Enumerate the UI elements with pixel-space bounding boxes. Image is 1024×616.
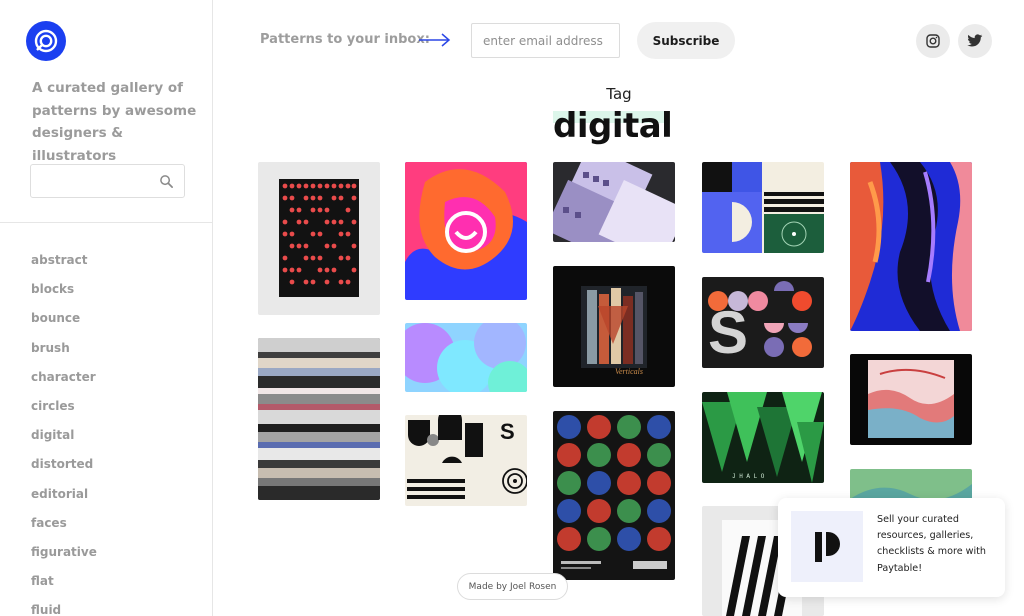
pattern-thumbnail: J H A L O bbox=[702, 392, 824, 483]
tag-link-figurative[interactable]: figurative bbox=[31, 543, 97, 572]
pattern-thumbnail bbox=[850, 162, 972, 331]
search-field[interactable] bbox=[30, 164, 185, 198]
promo-text: Sell your curated resources, galleries, … bbox=[877, 514, 987, 574]
pattern-card[interactable]: S bbox=[702, 277, 824, 368]
pattern-spiral-logo-icon[interactable] bbox=[26, 21, 66, 61]
page-title: digital bbox=[553, 106, 673, 146]
twitter-button[interactable] bbox=[958, 24, 992, 58]
pattern-thumbnail: S bbox=[702, 277, 824, 368]
pattern-thumbnail bbox=[405, 323, 527, 392]
svg-text:J H A L O: J H A L O bbox=[732, 473, 765, 480]
pattern-thumbnail bbox=[279, 179, 359, 297]
search-icon[interactable] bbox=[159, 174, 174, 189]
subscribe-button[interactable]: Subscribe bbox=[637, 22, 735, 59]
pattern-thumbnail bbox=[850, 354, 972, 445]
pattern-card[interactable] bbox=[405, 323, 527, 392]
arrow-right-icon bbox=[419, 33, 451, 47]
tag-link-faces[interactable]: faces bbox=[31, 514, 97, 543]
pattern-card[interactable] bbox=[702, 162, 824, 253]
pattern-card[interactable] bbox=[553, 162, 675, 242]
sidebar-divider bbox=[0, 222, 212, 223]
pattern-card[interactable] bbox=[850, 354, 972, 445]
paytable-logo-icon bbox=[791, 511, 863, 582]
svg-text:S: S bbox=[500, 419, 515, 444]
svg-text:Verticals: Verticals bbox=[615, 367, 643, 376]
pattern-thumbnail bbox=[258, 338, 380, 500]
pattern-card[interactable] bbox=[405, 162, 527, 300]
pattern-card[interactable] bbox=[553, 411, 675, 580]
paytable-promo[interactable]: Sell your curated resources, galleries, … bbox=[778, 498, 1005, 597]
tag-link-flat[interactable]: flat bbox=[31, 572, 97, 601]
pattern-thumbnail bbox=[553, 162, 675, 242]
tag-link-fluid[interactable]: fluid bbox=[31, 601, 97, 616]
twitter-icon bbox=[967, 34, 983, 47]
pattern-card[interactable] bbox=[850, 162, 972, 331]
instagram-button[interactable] bbox=[916, 24, 950, 58]
tag-title-block: digital bbox=[553, 104, 673, 146]
tag-link-blocks[interactable]: blocks bbox=[31, 280, 97, 309]
newsletter-label: Patterns to your inbox: bbox=[260, 32, 430, 47]
credit-badge[interactable]: Made by Joel Rosen bbox=[457, 573, 568, 600]
pattern-thumbnail bbox=[702, 162, 824, 253]
pattern-thumbnail: Verticals bbox=[553, 266, 675, 387]
pattern-thumbnail bbox=[405, 162, 527, 300]
tag-kicker: Tag bbox=[606, 85, 632, 103]
pattern-card[interactable]: J H A L O bbox=[702, 392, 824, 483]
tag-link-distorted[interactable]: distorted bbox=[31, 455, 97, 484]
pattern-thumbnail: S bbox=[405, 415, 527, 506]
pattern-card[interactable]: Verticals bbox=[553, 266, 675, 387]
tag-link-editorial[interactable]: editorial bbox=[31, 485, 97, 514]
tag-link-bounce[interactable]: bounce bbox=[31, 309, 97, 338]
svg-text:S: S bbox=[708, 299, 748, 366]
tag-link-abstract[interactable]: abstract bbox=[31, 251, 97, 280]
pattern-card[interactable]: S bbox=[405, 415, 527, 506]
pattern-card[interactable] bbox=[258, 162, 380, 315]
search-input[interactable] bbox=[31, 165, 149, 197]
email-input[interactable] bbox=[471, 23, 620, 58]
tag-link-brush[interactable]: brush bbox=[31, 339, 97, 368]
pattern-thumbnail bbox=[553, 411, 675, 580]
credit-text: Made by Joel Rosen bbox=[468, 581, 557, 592]
instagram-icon bbox=[926, 34, 940, 48]
tag-list: abstract blocks bounce brush character c… bbox=[31, 251, 97, 616]
tag-link-character[interactable]: character bbox=[31, 368, 97, 397]
tag-link-digital[interactable]: digital bbox=[31, 426, 97, 455]
tag-link-circles[interactable]: circles bbox=[31, 397, 97, 426]
pattern-card[interactable] bbox=[258, 338, 380, 500]
